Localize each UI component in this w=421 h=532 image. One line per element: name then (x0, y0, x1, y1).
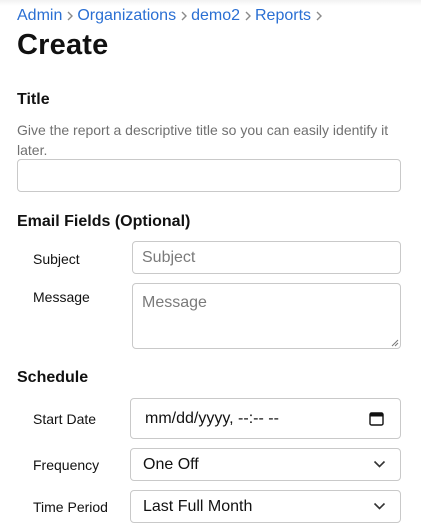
time-period-select[interactable]: Last Full Month (130, 490, 401, 523)
breadcrumb-admin[interactable]: Admin (17, 6, 62, 26)
title-section-heading: Title (17, 91, 50, 108)
message-textarea[interactable] (132, 283, 401, 349)
time-period-value: Last Full Month (143, 497, 253, 515)
chevron-right-icon (62, 11, 77, 21)
start-date-value: mm/dd/yyyy, --:-- -- (145, 409, 279, 427)
chevron-down-icon (373, 460, 386, 468)
message-label: Message (33, 289, 90, 305)
breadcrumb-organizations[interactable]: Organizations (77, 6, 176, 26)
frequency-label: Frequency (33, 457, 100, 473)
breadcrumb-demo2[interactable]: demo2 (191, 6, 240, 26)
chevron-right-icon (176, 11, 191, 21)
title-input[interactable] (17, 159, 401, 192)
subject-input[interactable] (132, 241, 401, 274)
start-date-label: Start Date (33, 411, 97, 427)
start-date-input[interactable]: mm/dd/yyyy, --:-- -- (130, 398, 401, 439)
resize-handle-icon[interactable] (391, 339, 399, 347)
chevron-right-icon (240, 11, 255, 21)
breadcrumb-reports[interactable]: Reports (255, 6, 311, 26)
chevron-right-icon (311, 11, 326, 21)
calendar-icon[interactable] (369, 411, 384, 426)
page-title: Create (17, 29, 109, 61)
frequency-value: One Off (143, 455, 199, 473)
email-section-heading: Email Fields (Optional) (17, 213, 191, 230)
time-period-label: Time Period (33, 499, 108, 515)
breadcrumb: Admin Organizations demo2 Reports (17, 6, 326, 26)
subject-label: Subject (33, 251, 80, 267)
chevron-down-icon (373, 502, 386, 510)
schedule-section-heading: Schedule (17, 369, 89, 386)
title-help-text: Give the report a descriptive title so y… (17, 122, 389, 158)
frequency-select[interactable]: One Off (130, 448, 401, 481)
